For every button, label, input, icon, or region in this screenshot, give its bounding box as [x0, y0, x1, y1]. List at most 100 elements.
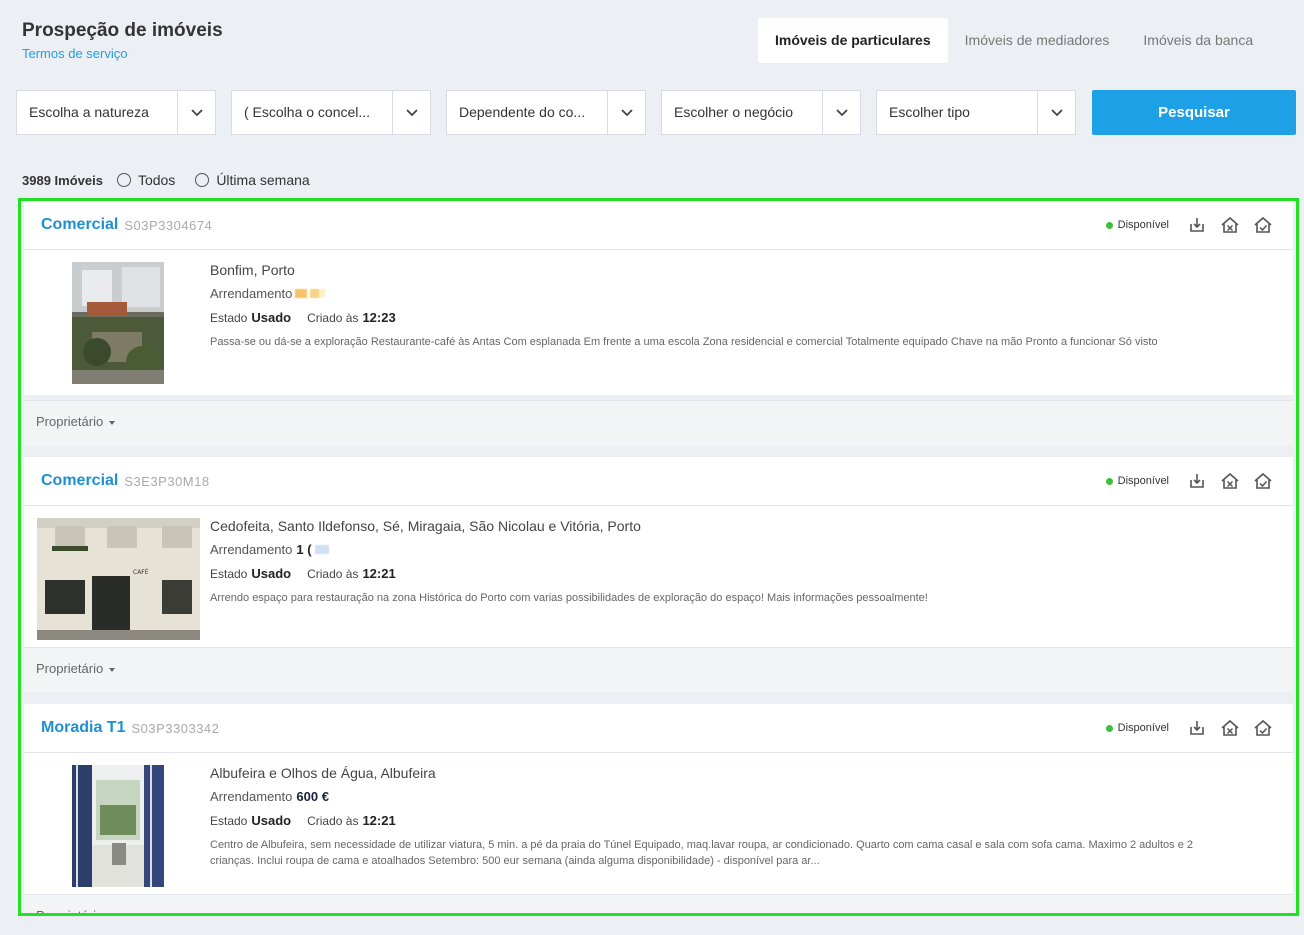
- created-label: Criado às: [307, 567, 359, 581]
- listing-business-type: Arrendamento: [210, 286, 293, 301]
- parish-select-value: Dependente do co...: [459, 104, 586, 120]
- municipality-select[interactable]: ( Escolha o concel...: [231, 90, 431, 135]
- listing-reference: S03P3303342: [131, 720, 220, 736]
- listing-header: Comercial S03P3304674 Disponível: [24, 201, 1293, 250]
- listing-header: Moradia T1 S03P3303342 Disponível: [24, 704, 1293, 753]
- house-remove-icon[interactable]: [1220, 215, 1240, 235]
- owner-dropdown[interactable]: Proprietário: [24, 647, 1293, 692]
- download-icon[interactable]: [1187, 718, 1207, 738]
- page-header: Prospeção de imóveis Termos de serviço: [22, 20, 223, 61]
- radio-last-week-label: Última semana: [216, 172, 310, 188]
- radio-last-week[interactable]: Última semana: [195, 172, 310, 188]
- status-dot-icon: [1105, 222, 1113, 229]
- listing-meta: Estado Usado Criado às 12:21: [210, 566, 1193, 581]
- tab-bank-properties[interactable]: Imóveis da banca: [1126, 18, 1270, 63]
- owner-label: Proprietário: [36, 908, 104, 916]
- house-remove-icon[interactable]: [1220, 718, 1240, 738]
- listing-meta: Estado Usado Criado às 12:21: [210, 813, 1193, 828]
- results-summary: 3989 Imóveis Todos Última semana: [22, 172, 330, 188]
- status-label: Disponível: [1117, 722, 1169, 734]
- listing-body: Bonfim, Porto Arrendamento Estado Usado Cr…: [24, 250, 1293, 395]
- results-count: 3989 Imóveis: [22, 172, 103, 188]
- listing-photo[interactable]: [72, 262, 164, 384]
- status-dot-icon: [1105, 478, 1113, 485]
- house-check-icon[interactable]: [1253, 471, 1273, 491]
- radio-all-label: Todos: [137, 172, 176, 188]
- type-select-value: Escolher tipo: [889, 104, 970, 120]
- status-badge: Disponível: [1105, 457, 1169, 506]
- parish-select[interactable]: Dependente do co...: [446, 90, 646, 135]
- house-check-icon[interactable]: [1253, 215, 1273, 235]
- listing-card: Comercial S03P3304674 Disponível Bonfim,…: [24, 201, 1293, 395]
- chevron-down-icon: [177, 91, 215, 134]
- terms-of-service-link[interactable]: Termos de serviço: [22, 46, 223, 61]
- radio-all[interactable]: Todos: [116, 172, 176, 188]
- nature-select[interactable]: Escolha a natureza: [16, 90, 216, 135]
- listing-title[interactable]: Comercial: [41, 216, 118, 234]
- tab-private-properties[interactable]: Imóveis de particulares: [758, 18, 948, 63]
- listing-reference: S3E3P30M18: [124, 473, 210, 489]
- listing-location: Bonfim, Porto: [210, 262, 295, 278]
- listing-photo[interactable]: CAFÉ: [37, 518, 200, 640]
- listing-info: Bonfim, Porto Arrendamento Estado Usado Cr…: [210, 262, 1193, 350]
- listing-price: [295, 289, 326, 298]
- radio-circle-icon: [195, 173, 210, 187]
- search-button[interactable]: Pesquisar: [1092, 90, 1296, 135]
- download-icon[interactable]: [1187, 215, 1207, 235]
- nature-select-value: Escolha a natureza: [29, 104, 149, 120]
- business-select[interactable]: Escolher o negócio: [661, 90, 861, 135]
- results-list: Comercial S03P3304674 Disponível Bonfim,…: [18, 198, 1299, 916]
- caret-down-icon: [109, 915, 115, 916]
- listing-location: Albufeira e Olhos de Água, Albufeira: [210, 765, 436, 781]
- listing-description: Centro de Albufeira, sem necessidade de …: [210, 839, 1194, 867]
- listing-description: Arrendo espaço para restauração na zona …: [210, 592, 928, 604]
- listing-actions: [1174, 215, 1273, 235]
- listing-header: Comercial S3E3P30M18 Disponível: [24, 457, 1293, 506]
- caret-down-icon: [109, 420, 116, 425]
- created-label: Criado às: [307, 814, 359, 828]
- listing-actions: [1174, 471, 1273, 491]
- listing-price: 1 (: [296, 542, 312, 557]
- state-label: Estado: [210, 567, 248, 581]
- chevron-down-icon: [607, 91, 645, 134]
- status-badge: Disponível: [1105, 704, 1169, 753]
- type-select[interactable]: Escolher tipo: [876, 90, 1076, 135]
- chevron-down-icon: [822, 91, 860, 134]
- house-remove-icon[interactable]: [1220, 471, 1240, 491]
- state-label: Estado: [210, 311, 248, 325]
- listing-body: Albufeira e Olhos de Água, Albufeira Arr…: [24, 753, 1293, 898]
- owner-dropdown[interactable]: Proprietário: [24, 400, 1293, 445]
- filter-bar: Escolha a natureza ( Escolha o concel...…: [16, 90, 1091, 135]
- status-label: Disponível: [1117, 219, 1169, 231]
- status-badge: Disponível: [1105, 201, 1169, 250]
- listing-card: Moradia T1 S03P3303342 Disponível Albufe…: [24, 704, 1293, 898]
- created-time: 12:23: [362, 310, 396, 325]
- property-source-tabs: Imóveis de particulares Imóveis de media…: [758, 18, 1270, 63]
- listing-info: Albufeira e Olhos de Água, Albufeira Arr…: [210, 765, 1193, 869]
- listing-business: Arrendamento: [210, 286, 1193, 301]
- listing-title[interactable]: Moradia T1: [41, 719, 125, 737]
- business-select-value: Escolher o negócio: [674, 104, 794, 120]
- listing-price: 600 €: [296, 789, 329, 804]
- chevron-down-icon: [392, 91, 430, 134]
- page-title: Prospeção de imóveis: [22, 20, 223, 41]
- listing-location: Cedofeita, Santo Ildefonso, Sé, Miragaia…: [210, 518, 641, 534]
- listing-business: Arrendamento 1 (: [210, 542, 1193, 557]
- owner-dropdown[interactable]: Proprietário: [24, 894, 1293, 916]
- listing-description: Passa-se ou dá-se a exploração Restauran…: [210, 336, 1158, 348]
- listing-actions: [1174, 718, 1273, 738]
- listing-price-blur: [314, 545, 329, 554]
- listing-reference: S03P3304674: [124, 217, 213, 233]
- house-check-icon[interactable]: [1253, 718, 1273, 738]
- state-value: Usado: [251, 813, 292, 828]
- created-time: 12:21: [362, 566, 396, 581]
- listing-title[interactable]: Comercial: [41, 472, 118, 490]
- created-time: 12:21: [362, 813, 396, 828]
- status-dot-icon: [1105, 725, 1113, 732]
- download-icon[interactable]: [1187, 471, 1207, 491]
- owner-label: Proprietário: [36, 661, 104, 676]
- listing-business: Arrendamento 600 €: [210, 789, 1193, 804]
- listing-photo[interactable]: [72, 765, 164, 887]
- state-label: Estado: [210, 814, 248, 828]
- tab-agent-properties[interactable]: Imóveis de mediadores: [948, 18, 1127, 63]
